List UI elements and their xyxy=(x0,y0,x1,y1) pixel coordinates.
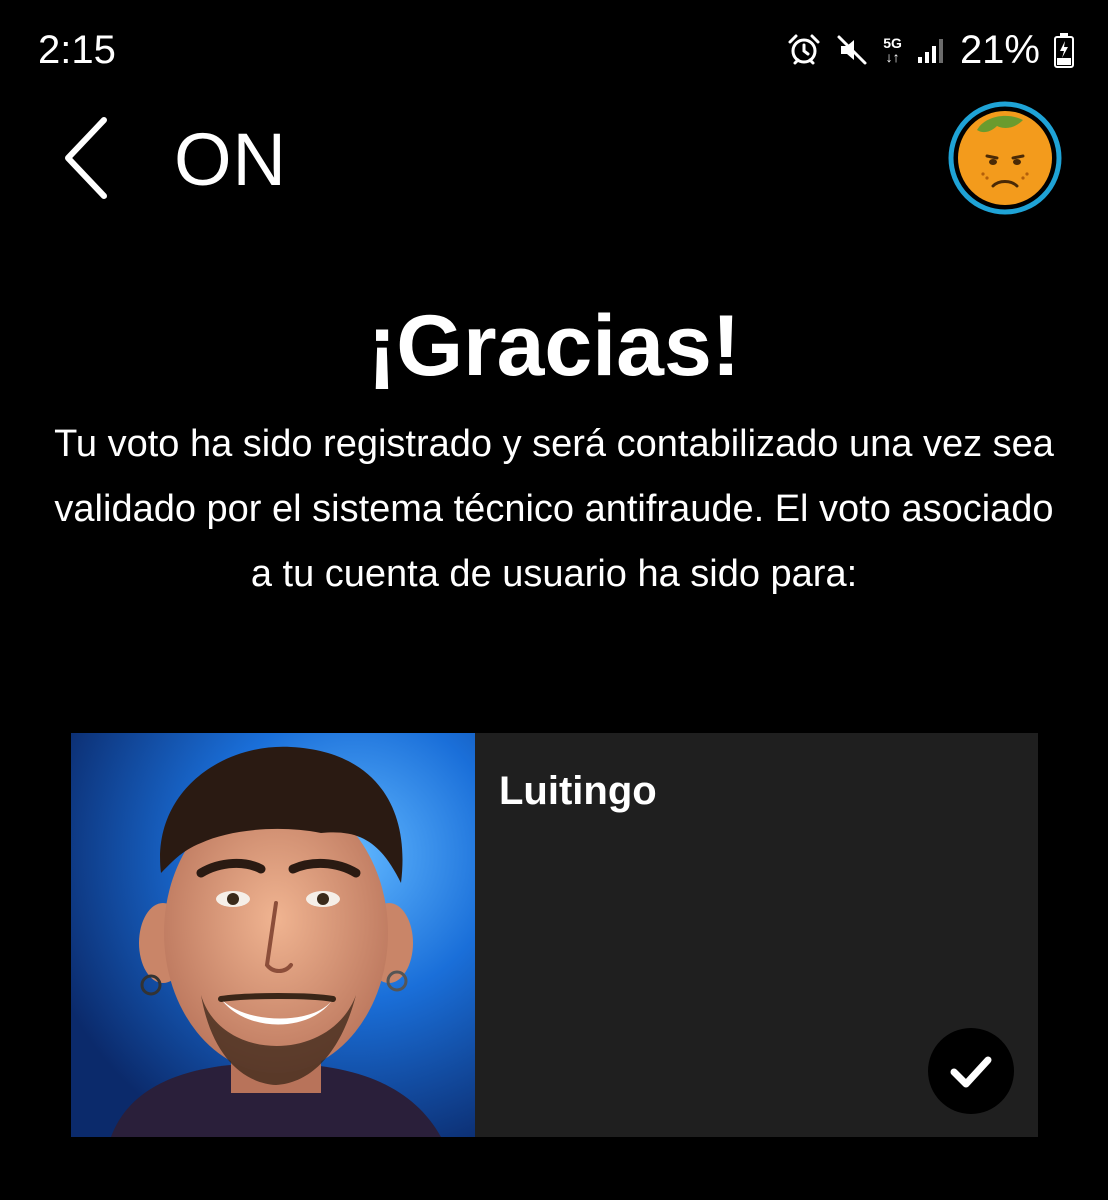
page-title: ¡Gracias! xyxy=(367,298,741,394)
app-header: ON xyxy=(0,100,1108,220)
app-title: ON xyxy=(174,118,287,201)
battery-charging-icon xyxy=(1054,32,1074,68)
chevron-left-icon xyxy=(65,117,107,199)
network-type-label: 5G xyxy=(883,35,902,51)
status-bar: 2:15 5G ↓↑ 21% xyxy=(0,0,1108,100)
checkmark-icon xyxy=(950,1056,992,1088)
vote-confirmation-message: Tu voto ha sido registrado y será contab… xyxy=(54,423,1054,595)
back-button[interactable] xyxy=(54,114,124,204)
mute-icon xyxy=(835,33,869,67)
network-5g-icon: 5G ↓↑ xyxy=(883,36,902,64)
candidate-photo xyxy=(71,733,475,1137)
network-activity-label: ↓↑ xyxy=(885,49,900,65)
signal-icon xyxy=(916,35,946,65)
orange-face-avatar-icon xyxy=(948,101,1062,215)
status-icons: 5G ↓↑ 21% xyxy=(787,28,1074,72)
candidate-name: Luitingo xyxy=(499,769,657,813)
avatar[interactable] xyxy=(947,100,1063,216)
alarm-icon xyxy=(787,33,821,67)
selected-check-badge xyxy=(928,1028,1014,1114)
status-time: 2:15 xyxy=(38,28,116,72)
candidate-card[interactable]: Luitingo xyxy=(71,733,1038,1137)
battery-percentage: 21% xyxy=(959,28,1040,72)
